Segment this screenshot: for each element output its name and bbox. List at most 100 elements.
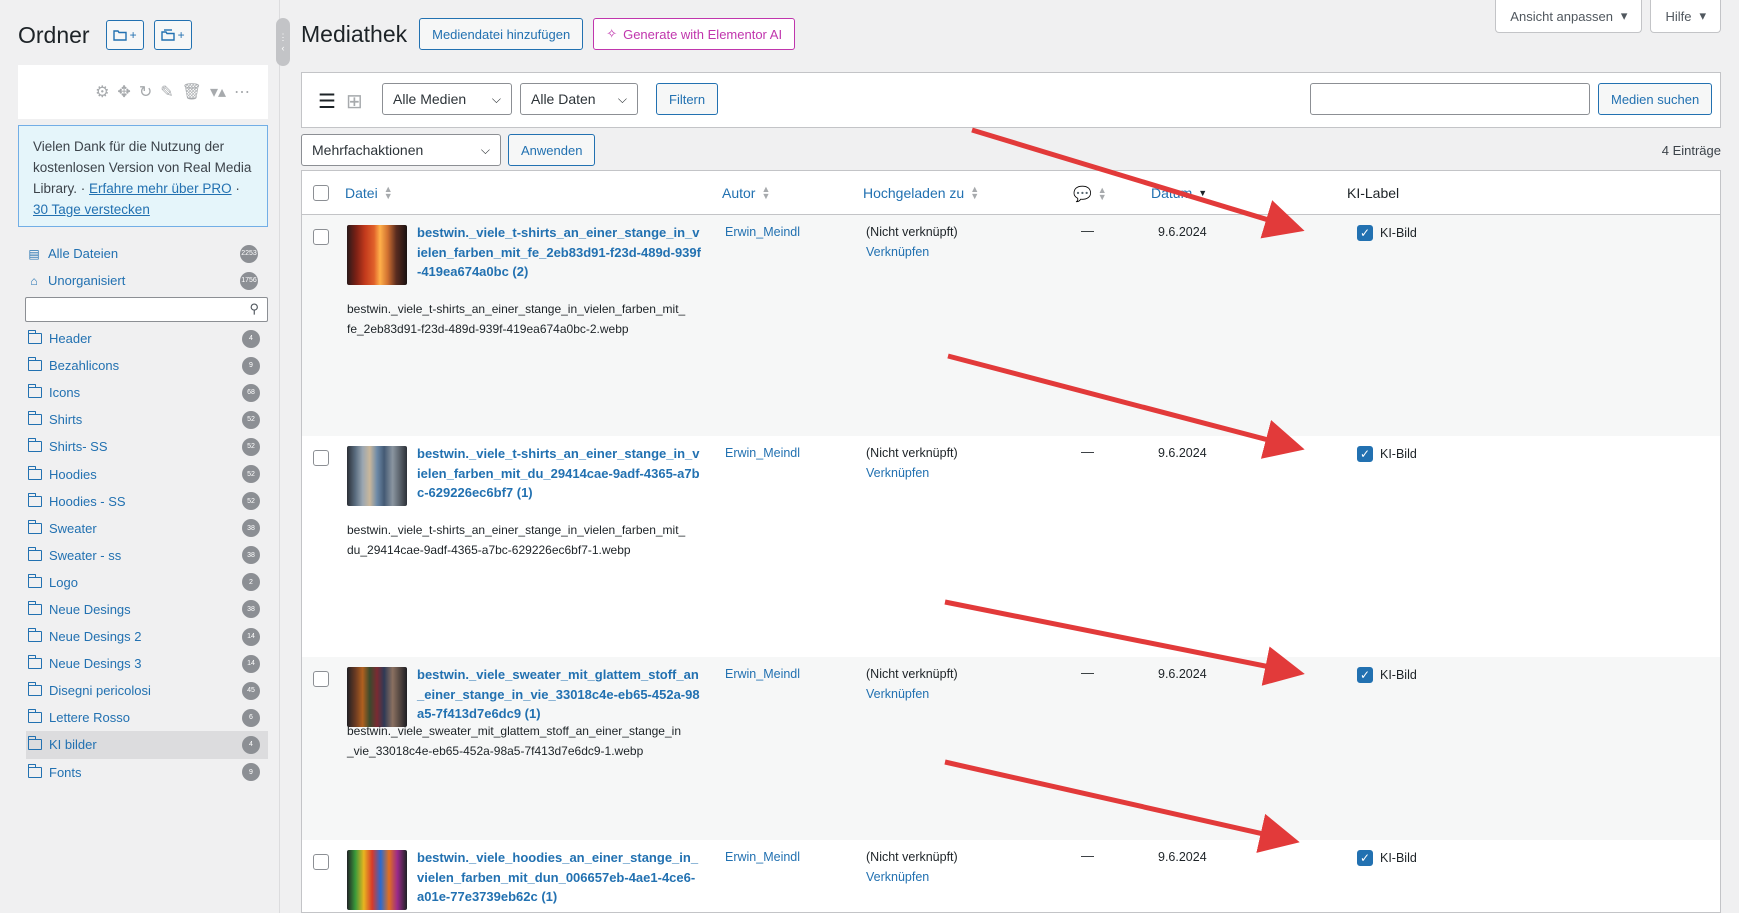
edit-icon[interactable]: ✎	[160, 82, 173, 102]
screen-meta-links: Ansicht anpassen ▾ Hilfe ▾	[1495, 0, 1721, 33]
author-link[interactable]: Erwin_Meindl	[725, 446, 800, 460]
row-checkbox[interactable]	[313, 229, 329, 245]
folder-label: Hoodies - SS	[49, 493, 126, 509]
ki-label-text: KI-Bild	[1380, 226, 1417, 240]
folder-item[interactable]: Shirts 52	[26, 406, 268, 433]
media-thumbnail[interactable]	[347, 225, 407, 285]
row-checkbox[interactable]	[313, 671, 329, 687]
sort-icon[interactable]: ▾▴	[210, 82, 226, 102]
date-select[interactable]: Alle Daten ⌵	[520, 83, 638, 115]
folder-item[interactable]: Shirts- SS 52	[26, 433, 268, 460]
attach-link[interactable]: Verknüpfen	[866, 464, 958, 484]
folder-item[interactable]: Lettere Rosso 6	[26, 704, 268, 731]
sidebar-resize-handle[interactable]: ⋮ ‹	[276, 18, 290, 66]
folder-item[interactable]: Header 4	[26, 325, 268, 352]
ki-checkbox[interactable]: ✓	[1357, 850, 1373, 866]
media-search-input[interactable]	[1310, 83, 1590, 115]
ki-checkbox[interactable]: ✓	[1357, 667, 1373, 683]
folder-sidebar: Ordner + + ⚙ ✥ ↻ ✎ 🗑 ▾▴ ⋯ Vielen Dank fü…	[0, 0, 280, 913]
upload-date: 9.6.2024	[1158, 225, 1207, 239]
column-author[interactable]: Autor ▲ ▼	[722, 185, 770, 202]
column-uploaded-to[interactable]: Hochgeladen zu ▲ ▼	[863, 185, 979, 202]
grid-view-icon[interactable]: ⊞	[346, 89, 363, 114]
attach-link[interactable]: Verknüpfen	[866, 685, 958, 705]
folder-icon	[27, 465, 42, 480]
ki-label-cell: ✓ KI-Bild	[1357, 446, 1417, 462]
move-icon[interactable]: ✥	[117, 82, 130, 102]
add-folder-plus: +	[129, 28, 137, 42]
folder-item[interactable]: Logo 2	[26, 569, 268, 596]
more-icon[interactable]: ⋯	[234, 82, 250, 102]
comments-count: —	[1081, 848, 1094, 863]
refresh-icon[interactable]: ↻	[139, 82, 152, 102]
author-link[interactable]: Erwin_Meindl	[725, 667, 800, 681]
screen-options-button[interactable]: Ansicht anpassen ▾	[1495, 0, 1643, 33]
sidebar-item-all-files[interactable]: ▤ Alle Dateien 2253	[26, 240, 266, 267]
media-title-link[interactable]: bestwin._viele_t-shirts_an_einer_stange_…	[417, 223, 702, 282]
trash-icon[interactable]: 🗑	[182, 82, 202, 102]
sidebar-item-unorganized[interactable]: ⌂ Unorganisiert 1756	[26, 267, 266, 294]
uploaded-to-cell: (Nicht verknüpft) Verknüpfen	[866, 444, 958, 483]
folder-item[interactable]: Icons 68	[26, 379, 268, 406]
folder-icon	[27, 519, 42, 534]
media-thumbnail[interactable]	[347, 446, 407, 506]
list-view-icon[interactable]: ☰	[318, 89, 336, 114]
learn-more-link[interactable]: Erfahre mehr über PRO	[89, 181, 232, 196]
select-all-checkbox[interactable]	[313, 185, 329, 201]
attach-link[interactable]: Verknüpfen	[866, 243, 958, 263]
folder-item[interactable]: Hoodies - SS 52	[26, 488, 268, 515]
filter-button[interactable]: Filtern	[656, 83, 719, 115]
folder-item[interactable]: Sweater 38	[26, 515, 268, 542]
media-type-select[interactable]: Alle Medien ⌵	[382, 83, 512, 115]
folder-icon	[27, 357, 42, 372]
media-title-link[interactable]: bestwin._viele_sweater_mit_glattem_stoff…	[417, 665, 702, 724]
folder-item-active[interactable]: KI bilder 4	[26, 731, 268, 759]
column-file[interactable]: Datei ▲ ▼	[345, 185, 393, 202]
folder-label: Neue Desings	[49, 601, 131, 617]
folder-list: Header 4 Bezahlicons 9 Icons 68 Shirts 52 Sh…	[26, 325, 268, 786]
column-comments[interactable]: 💬 ▲ ▼	[1073, 185, 1107, 204]
media-title-link[interactable]: bestwin._viele_t-shirts_an_einer_stange_…	[417, 444, 702, 503]
hide-notice-link[interactable]: 30 Tage verstecken	[33, 202, 150, 217]
column-date[interactable]: Datum ▼	[1151, 185, 1207, 201]
add-collection-button[interactable]: +	[153, 20, 192, 50]
add-folder-button[interactable]: +	[105, 20, 144, 50]
folder-search-input[interactable]: ⚲	[25, 297, 268, 322]
attach-link[interactable]: Verknüpfen	[866, 868, 958, 888]
folder-item[interactable]: Neue Desings 2 14	[26, 623, 268, 650]
bulk-action-select[interactable]: Mehrfachaktionen ⌵	[301, 134, 501, 166]
author-link[interactable]: Erwin_Meindl	[725, 225, 800, 239]
folder-count: 38	[242, 519, 260, 538]
ki-checkbox[interactable]: ✓	[1357, 446, 1373, 462]
folder-icon	[27, 330, 42, 345]
search-icon: ⚲	[249, 301, 259, 316]
folder-item[interactable]: Fonts 9	[26, 759, 268, 786]
elementor-ai-button[interactable]: ✧ Generate with Elementor AI	[593, 18, 796, 50]
folder-item[interactable]: Bezahlicons 9	[26, 352, 268, 379]
folder-count: 2	[242, 573, 260, 592]
view-switch: ☰ ⊞	[318, 89, 363, 114]
media-title-link[interactable]: bestwin._viele_hoodies_an_einer_stange_i…	[417, 848, 702, 907]
apply-button[interactable]: Anwenden	[508, 134, 596, 166]
folder-item[interactable]: Hoodies 52	[26, 460, 268, 487]
folder-count: 14	[242, 654, 260, 673]
folder-item[interactable]: Neue Desings 3 14	[26, 650, 268, 677]
settings-icon[interactable]: ⚙	[95, 82, 109, 102]
folder-label: Fonts	[49, 764, 82, 780]
folder-item[interactable]: Sweater - ss 38	[26, 542, 268, 569]
media-table: Datei ▲ ▼ Autor ▲ ▼ Hochgeladen zu ▲ ▼ 💬 ▲ ▼ Dat…	[301, 170, 1721, 913]
media-thumbnail[interactable]	[347, 667, 407, 727]
comments-count: —	[1081, 444, 1094, 459]
row-checkbox[interactable]	[313, 450, 329, 466]
ki-checkbox[interactable]: ✓	[1357, 225, 1373, 241]
help-button[interactable]: Hilfe ▾	[1650, 0, 1721, 33]
media-thumbnail[interactable]	[347, 850, 407, 910]
folder-item[interactable]: Neue Desings 38	[26, 596, 268, 623]
folder-item[interactable]: Disegni pericolosi 45	[26, 677, 268, 704]
author-link[interactable]: Erwin_Meindl	[725, 850, 800, 864]
row-checkbox[interactable]	[313, 854, 329, 870]
add-media-button[interactable]: Mediendatei hinzufügen	[419, 18, 584, 50]
search-media-button[interactable]: Medien suchen	[1598, 83, 1713, 115]
sparkle-icon: ✧	[606, 26, 618, 41]
folder-icon	[27, 573, 42, 588]
